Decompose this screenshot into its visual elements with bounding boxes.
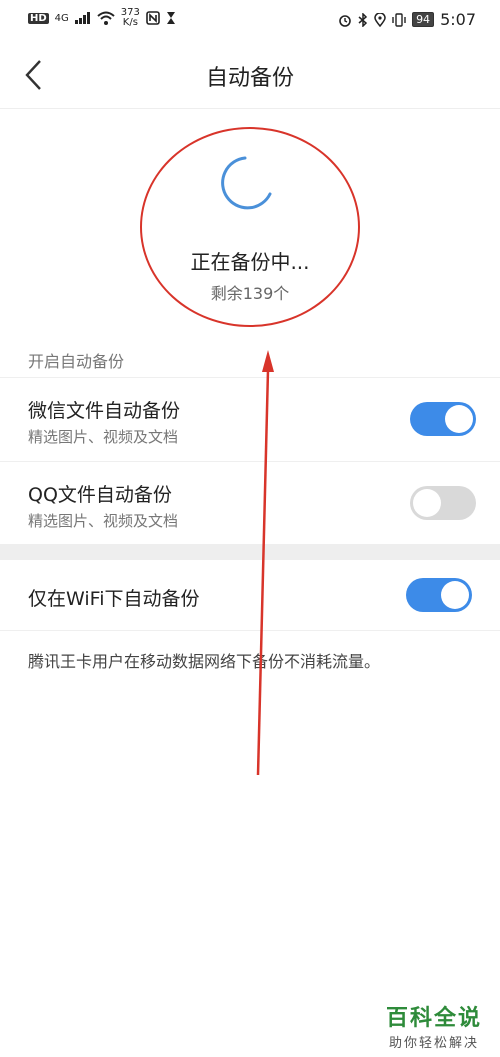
toggle-knob xyxy=(445,405,473,433)
speed-unit: K/s xyxy=(122,17,138,28)
watermark-slogan: 助你轻松解决 xyxy=(388,1036,479,1051)
wifi-only-toggle[interactable] xyxy=(406,578,472,612)
nfc-icon xyxy=(146,11,160,25)
status-bar: HD 4G 373 K/s 94 5:07 xyxy=(0,0,500,40)
clock: 5:07 xyxy=(440,10,476,29)
signal-label: 4G xyxy=(54,12,69,24)
status-left: HD 4G 373 K/s xyxy=(28,8,176,28)
location-icon xyxy=(374,12,386,27)
alarm-icon xyxy=(339,14,351,27)
toggle-knob xyxy=(413,489,441,517)
toggle-knob xyxy=(441,581,469,609)
vibrate-icon xyxy=(392,12,406,27)
wifi-icon xyxy=(97,11,115,25)
wechat-backup-toggle[interactable] xyxy=(410,402,476,436)
signal-icon xyxy=(74,12,90,24)
hourglass-icon xyxy=(166,12,175,24)
watermark: 百科全说 助你轻松解决 xyxy=(386,1000,482,1051)
status-right: 94 5:07 xyxy=(338,10,476,29)
bluetooth-icon xyxy=(358,12,368,27)
qq-backup-row[interactable]: QQ文件自动备份 精选图片、视频及文档 xyxy=(0,461,500,545)
wifi-only-title: 仅在WiFi下自动备份 xyxy=(28,588,200,610)
qq-backup-title: QQ文件自动备份 xyxy=(28,484,172,506)
wechat-backup-row[interactable]: 微信文件自动备份 精选图片、视频及文档 xyxy=(0,377,500,462)
page-title: 自动备份 xyxy=(205,66,294,91)
battery-level: 94 xyxy=(412,12,435,27)
hd-badge: HD xyxy=(28,12,49,24)
wechat-backup-title: 微信文件自动备份 xyxy=(28,400,181,422)
wechat-backup-subtitle: 精选图片、视频及文档 xyxy=(28,428,179,446)
qq-backup-toggle[interactable] xyxy=(410,486,476,520)
watermark-logo: 百科全说 xyxy=(385,1006,482,1031)
nav-bar: 自动备份 xyxy=(0,40,500,109)
data-usage-note: 腾讯王卡用户在移动数据网络下备份不消耗流量。 xyxy=(28,652,381,671)
annotation-circle xyxy=(140,127,360,327)
network-speed: 373 K/s xyxy=(121,8,140,28)
wifi-only-row[interactable]: 仅在WiFi下自动备份 xyxy=(0,560,500,631)
section-divider xyxy=(0,544,500,560)
section-header: 开启自动备份 xyxy=(28,352,125,371)
qq-backup-subtitle: 精选图片、视频及文档 xyxy=(28,512,179,530)
